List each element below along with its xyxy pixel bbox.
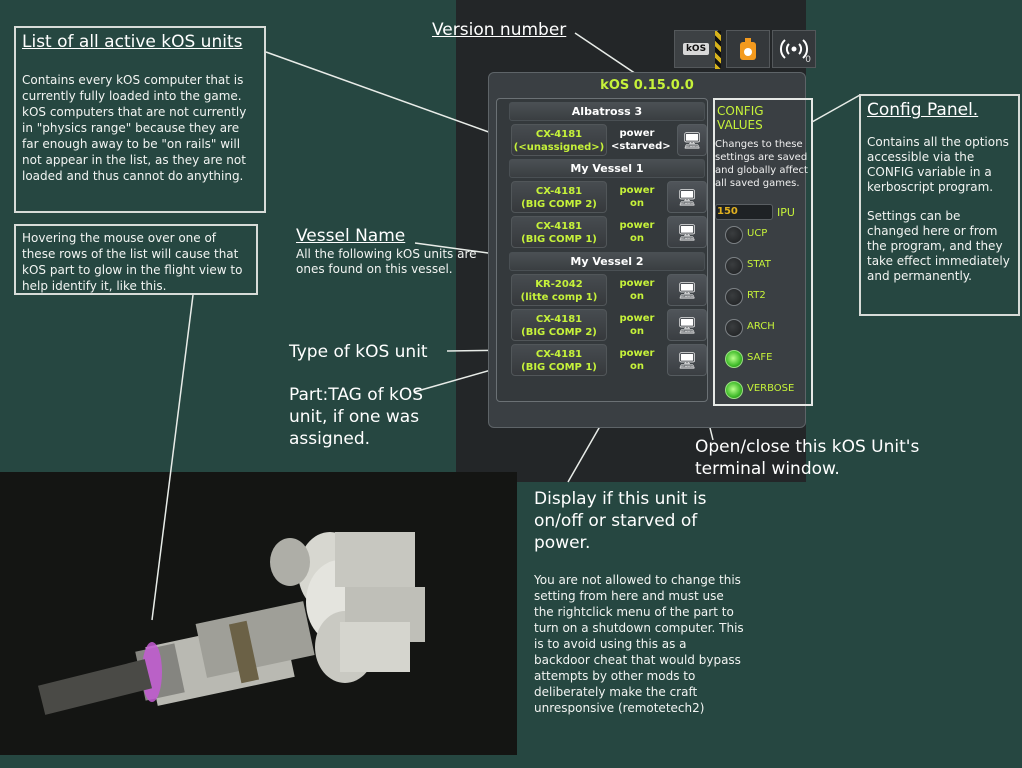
terminal-toggle-button[interactable]: 🖥 [667, 181, 707, 213]
annotation-list-body: Contains every kOS computer that is curr… [22, 73, 247, 183]
power-status: power <starved> [611, 128, 671, 152]
annotation-type-of-unit: Type of kOS unit [289, 342, 428, 362]
power-status: power on [619, 278, 655, 302]
annotation-list-box: List of all active kOS units Contains ev… [14, 26, 266, 213]
unit-type-button[interactable]: CX-4181 (BIG COMP 2) [511, 309, 607, 341]
annotation-vessel-name: Vessel Name All the following kOS units … [296, 226, 502, 277]
annotation-hover-body: Hovering the mouse over one of these row… [22, 231, 243, 293]
annotation-vessel-name-body: All the following kOS units are ones fou… [296, 247, 477, 276]
toolbar: kOS 0 [674, 30, 816, 69]
unit-type-button[interactable]: CX-4181 (<unassigned>) [511, 124, 607, 156]
ipu-label: IPU [777, 206, 795, 219]
annotation-config-body-1: Contains all the options accessible via … [867, 135, 1009, 194]
option-arch[interactable]: ARCH [725, 319, 815, 339]
annotation-part-tag: Part:TAG of kOS unit, if one was assigne… [289, 385, 424, 449]
annotation-config-title: Config Panel. [867, 100, 979, 120]
vessel-header: My Vessel 2 [509, 252, 705, 271]
unit-tag: (<unassigned>) [513, 142, 605, 153]
antenna-toolbar-button[interactable]: 0 [772, 30, 816, 68]
option-rt2[interactable]: RT2 [725, 288, 815, 308]
ipu-input[interactable]: 150 [715, 204, 773, 220]
option-stat[interactable]: STAT [725, 257, 815, 277]
option-safe[interactable]: SAFE [725, 350, 815, 370]
annotation-display-title: Display if this unit is on/off or starve… [534, 489, 707, 553]
unit-type: CX-4181 [535, 221, 583, 232]
config-panel: CONFIG VALUES Changes to these settings … [713, 98, 813, 406]
kos-toolbar-icon: kOS [682, 43, 710, 55]
toggle-led-icon [725, 381, 743, 399]
terminal-icon: 🖥 [676, 187, 698, 207]
flight-view [0, 472, 517, 755]
unit-tag: (BIG COMP 1) [521, 362, 597, 373]
unit-type: CX-4181 [535, 314, 583, 325]
terminal-icon: 🖥 [676, 222, 698, 242]
terminal-icon: 🖥 [681, 130, 703, 150]
toggle-led-icon [725, 288, 743, 306]
terminal-icon: 🖥 [676, 350, 698, 370]
annotation-hover-box: Hovering the mouse over one of these row… [14, 224, 258, 295]
annotation-list-title: List of all active kOS units [22, 32, 243, 52]
unit-type-button[interactable]: KR-2042 (litte comp 1) [511, 274, 607, 306]
annotation-config-body-2: Settings can be changed here or from the… [867, 209, 1010, 283]
unit-type-button[interactable]: CX-4181 (BIG COMP 2) [511, 181, 607, 213]
kos-unit-list[interactable]: Albatross 3 CX-4181 (<unassigned>) power <… [496, 98, 708, 402]
annotation-vessel-name-title: Vessel Name [296, 226, 406, 246]
spacecraft-image [38, 532, 425, 715]
option-verbose[interactable]: VERBOSE [725, 381, 815, 401]
config-title: CONFIG VALUES [717, 104, 764, 132]
terminal-toggle-button[interactable]: 🖥 [667, 216, 707, 248]
annotation-display: Display if this unit is on/off or starve… [534, 488, 744, 716]
game-view-background-join [517, 472, 525, 482]
toggle-led-icon [725, 319, 743, 337]
toggle-led-icon [725, 350, 743, 368]
unit-tag: (litte comp 1) [520, 292, 598, 303]
unit-type-button[interactable]: CX-4181 (BIG COMP 1) [511, 344, 607, 376]
toggle-led-icon [725, 226, 743, 244]
power-status: power on [619, 348, 655, 372]
power-status: power on [619, 220, 655, 244]
annotation-open-close: Open/close this kOS Unit's terminal wind… [695, 437, 920, 479]
annotation-version-number: Version number [432, 20, 567, 40]
unit-type: CX-4181 [535, 129, 583, 140]
unit-type: KR-2042 [535, 279, 583, 290]
vessel-header: Albatross 3 [509, 102, 705, 121]
version-label: kOS 0.15.0.0 [600, 78, 694, 93]
annotation-display-body: You are not allowed to change this setti… [534, 573, 744, 715]
power-status: power on [619, 185, 655, 209]
unit-type: CX-4181 [535, 186, 583, 197]
option-ucp[interactable]: UCP [725, 226, 815, 246]
signal-count: 0 [805, 55, 811, 65]
fuel-canister-icon [740, 38, 756, 60]
unit-type-button[interactable]: CX-4181 (BIG COMP 1) [511, 216, 607, 248]
terminal-toggle-button[interactable]: 🖥 [667, 309, 707, 341]
fuel-toolbar-button[interactable] [726, 30, 770, 68]
annotation-config-box: Config Panel. Contains all the options a… [859, 94, 1020, 316]
unit-tag: (BIG COMP 2) [521, 199, 597, 210]
terminal-toggle-button[interactable]: 🖥 [667, 274, 707, 306]
toggle-led-icon [725, 257, 743, 275]
config-description: Changes to these settings are saved and … [715, 139, 808, 189]
hazard-stripe [715, 31, 721, 69]
unit-type: CX-4181 [535, 349, 583, 360]
terminal-icon: 🖥 [676, 315, 698, 335]
vessel-header: My Vessel 1 [509, 159, 705, 178]
power-status: power on [619, 313, 655, 337]
unit-tag: (BIG COMP 1) [521, 234, 597, 245]
terminal-icon: 🖥 [676, 280, 698, 300]
terminal-toggle-button[interactable]: 🖥 [667, 344, 707, 376]
unit-tag: (BIG COMP 2) [521, 327, 597, 338]
kos-toolbar-button[interactable]: kOS [674, 30, 721, 69]
terminal-toggle-button[interactable]: 🖥 [677, 124, 707, 156]
